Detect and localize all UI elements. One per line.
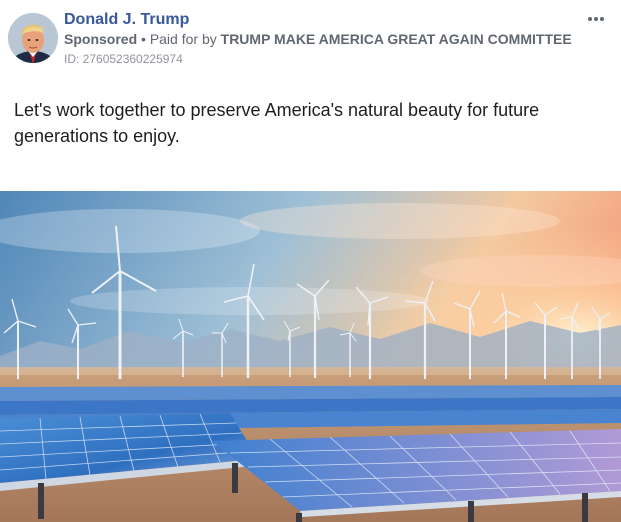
paid-for-by-name: TRUMP MAKE AMERICA GREAT AGAIN COMMITTEE xyxy=(220,31,572,47)
more-options-icon-dot xyxy=(594,17,598,21)
sponsor-line: Sponsored • Paid for by TRUMP MAKE AMERI… xyxy=(64,31,572,47)
sponsored-label[interactable]: Sponsored xyxy=(64,31,137,47)
profile-photo-icon xyxy=(8,13,58,63)
page-name-link[interactable]: Donald J. Trump xyxy=(64,11,189,29)
wind-and-solar-landscape-image xyxy=(0,191,621,522)
more-options-icon xyxy=(588,17,592,21)
post-header: Donald J. Trump Sponsored • Paid for by … xyxy=(0,0,621,80)
ad-id: ID: 276052360225974 xyxy=(64,52,183,66)
paid-for-prefix: Paid for by xyxy=(149,31,217,47)
more-options-icon-dot xyxy=(600,17,604,21)
separator-dot: • xyxy=(141,31,146,47)
post-message: Let's work together to preserve America'… xyxy=(14,100,540,146)
post-image[interactable] xyxy=(0,191,621,522)
avatar[interactable] xyxy=(8,13,58,63)
more-options-button[interactable] xyxy=(585,8,607,30)
